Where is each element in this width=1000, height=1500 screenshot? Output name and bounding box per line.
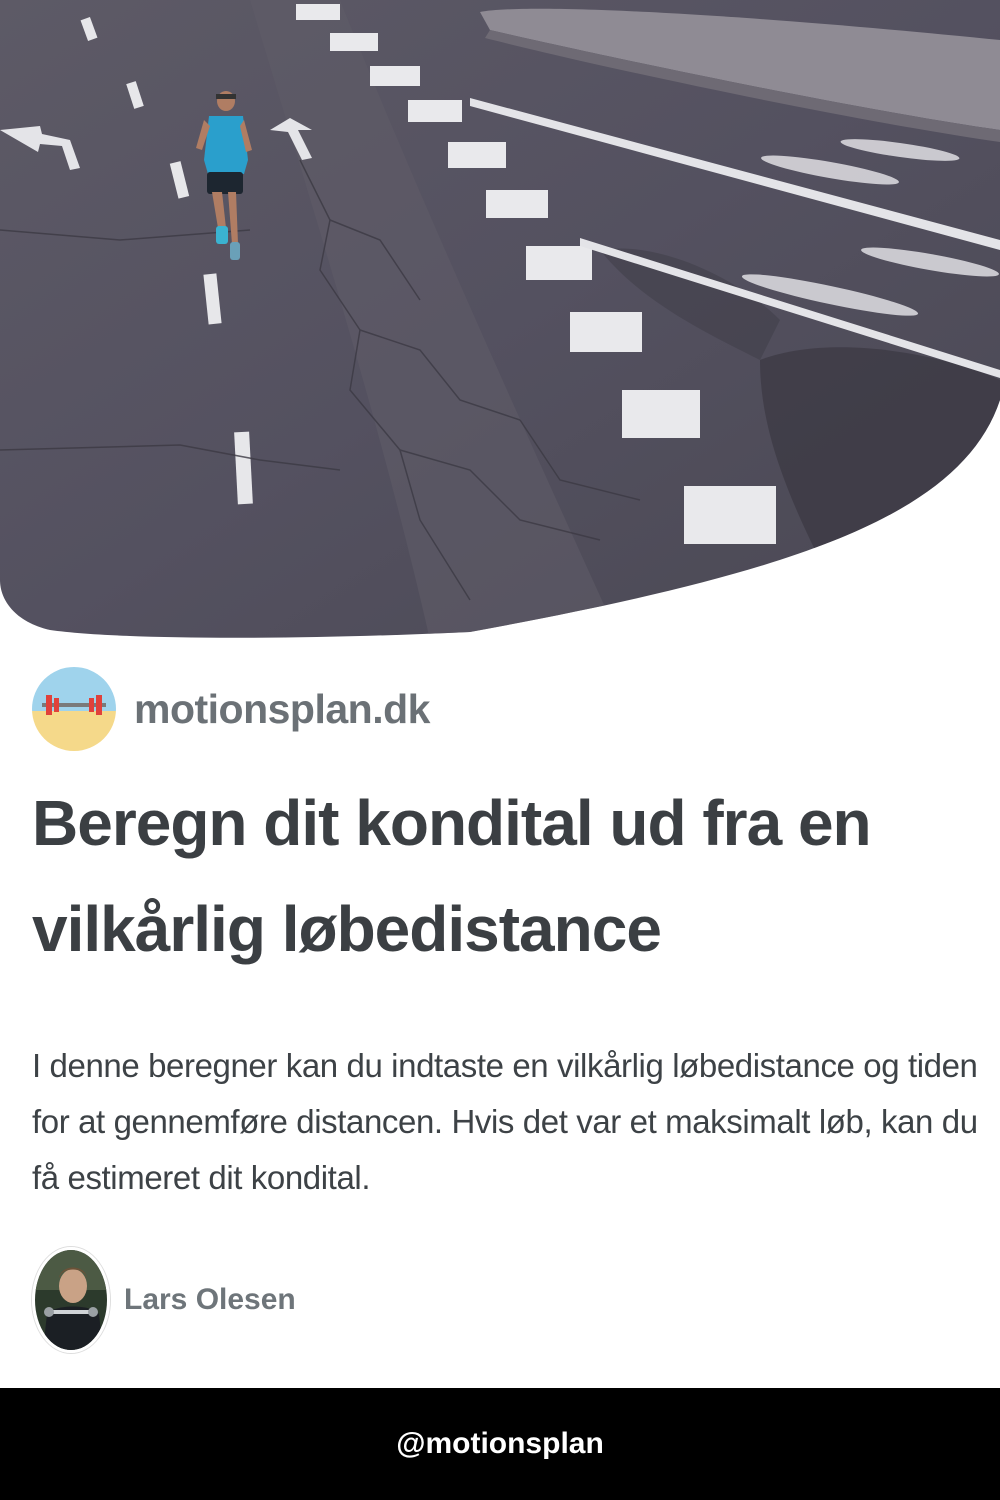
barbell-beach-icon <box>32 667 116 751</box>
author-byline[interactable]: Lars Olesen <box>32 1247 296 1353</box>
article-description: I denne beregner kan du indtaste en vilk… <box>32 1047 978 1196</box>
site-branding[interactable]: motionsplan.dk <box>32 667 430 751</box>
footer-bar: @motionsplan <box>0 1388 1000 1500</box>
social-handle[interactable]: @motionsplan <box>396 1427 604 1461</box>
hero-image <box>0 0 1000 640</box>
author-name: Lars Olesen <box>124 1283 296 1316</box>
site-name: motionsplan.dk <box>134 685 430 732</box>
avatar <box>32 1247 110 1353</box>
article-title: Beregn dit kondital ud fra en vilkårlig … <box>32 787 872 965</box>
